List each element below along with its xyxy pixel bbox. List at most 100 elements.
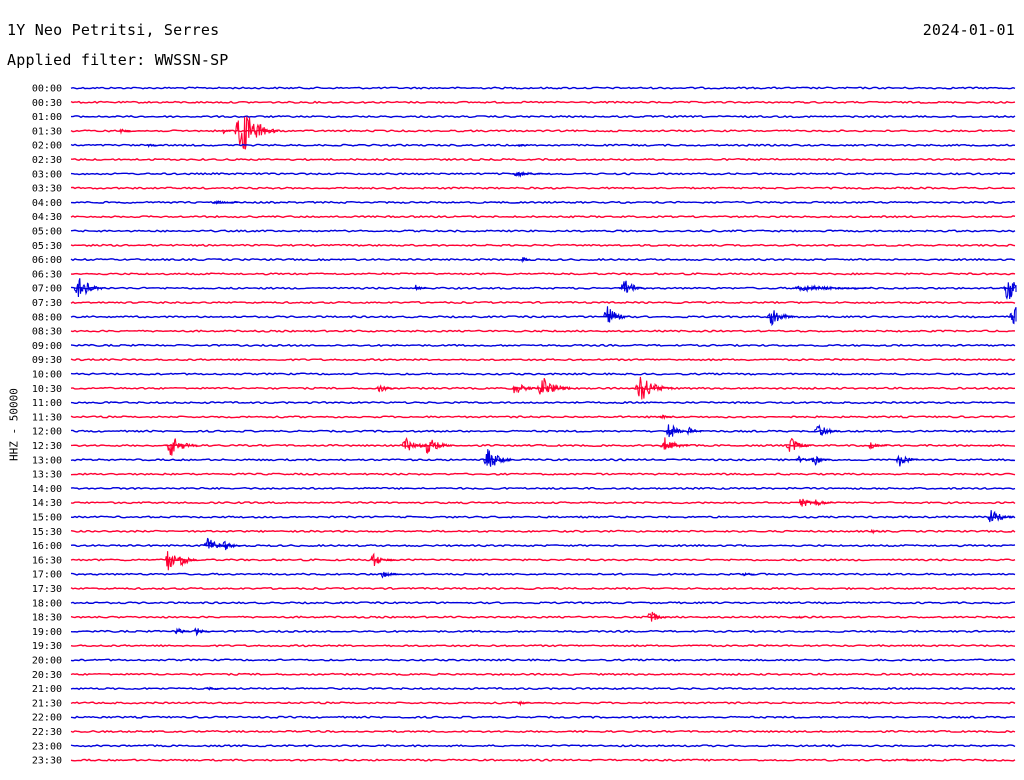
row-label-1530: 15:30 (32, 527, 62, 538)
event-1230-2 (423, 439, 453, 454)
row-label-0230: 02:30 (32, 155, 62, 166)
trace-row-1400 (70, 486, 1016, 491)
trace-row-1130 (70, 415, 1016, 419)
trace-row-1830 (70, 615, 1016, 619)
trace-row-1700 (70, 572, 1016, 576)
event-1300-2 (810, 455, 831, 466)
row-label-1330: 13:30 (32, 470, 62, 481)
event-0700-2 (618, 280, 645, 293)
trace-row-0700 (70, 286, 1016, 290)
row-label-1000: 10:00 (32, 370, 62, 381)
event-1630-1 (177, 556, 198, 567)
row-label-0900: 09:00 (32, 341, 62, 352)
event-1030-2 (536, 378, 572, 395)
row-label-2030: 20:30 (32, 670, 62, 681)
row-label-1600: 16:00 (32, 541, 62, 552)
trace-row-0000 (70, 86, 1016, 90)
row-label-1430: 14:30 (32, 498, 62, 509)
trace-row-1330 (70, 472, 1016, 476)
trace-row-0830 (70, 329, 1016, 333)
trace-row-0100 (70, 114, 1016, 119)
row-label-0400: 04:00 (32, 198, 62, 209)
trace-row-0230 (70, 157, 1016, 162)
trace-row-2030 (70, 672, 1016, 676)
trace-row-1800 (70, 601, 1016, 605)
event-1500-0 (987, 510, 1014, 523)
trace-row-1730 (70, 586, 1016, 591)
row-label-2100: 21:00 (32, 684, 62, 695)
trace-row-0730 (70, 300, 1016, 305)
trace-row-2000 (70, 658, 1016, 662)
event-1300-0 (483, 449, 513, 467)
trace-row-1100 (70, 401, 1016, 405)
row-label-0430: 04:30 (32, 212, 62, 223)
row-label-1400: 14:00 (32, 484, 62, 495)
row-label-1800: 18:00 (32, 598, 62, 609)
row-label-1930: 19:30 (32, 641, 62, 652)
trace-row-2300 (70, 744, 1016, 748)
event-1030-0 (376, 384, 396, 393)
row-label-1300: 13:00 (32, 455, 62, 466)
trace-row-1500 (70, 515, 1016, 519)
row-label-2000: 20:00 (32, 656, 62, 667)
row-label-0030: 00:30 (32, 98, 62, 109)
trace-row-2330 (70, 758, 1016, 762)
trace-row-0600 (70, 257, 1016, 262)
row-label-1100: 11:00 (32, 398, 62, 409)
trace-row-0500 (70, 229, 1016, 233)
event-1230-3 (659, 437, 689, 450)
event-1630-2 (370, 552, 396, 567)
row-label-0000: 00:00 (32, 84, 62, 95)
event-1900-0 (174, 627, 191, 635)
trace-row-0200 (70, 143, 1016, 147)
row-label-0130: 01:30 (32, 126, 62, 137)
event-1700-0 (379, 571, 402, 579)
trace-row-2130 (70, 701, 1016, 705)
helicorder-plot: 00:00 00:30 01:00 01:30 02:00 02:30 03:00 03:30… (32, 84, 1017, 767)
row-label-1830: 18:30 (32, 613, 62, 624)
row-label-0300: 03:00 (32, 169, 62, 180)
row-label-1630: 16:30 (32, 555, 62, 566)
trace-row-0130 (70, 129, 1016, 133)
row-label-0600: 06:00 (32, 255, 62, 266)
trace-row-0330 (70, 186, 1016, 190)
row-label-1230: 12:30 (32, 441, 62, 452)
trace-row-1630 (70, 558, 1016, 562)
event-0700-4 (1002, 281, 1017, 300)
row-label-0630: 06:30 (32, 269, 62, 280)
trace-row-1200 (70, 429, 1016, 433)
trace-row-1930 (70, 644, 1016, 648)
row-label-2300: 23:00 (32, 741, 62, 752)
event-1300-3 (895, 454, 919, 467)
row-label-1500: 15:00 (32, 513, 62, 524)
row-label-1730: 17:30 (32, 584, 62, 595)
event-0800-0 (602, 306, 629, 323)
event-0700-0 (73, 278, 106, 298)
row-label-2230: 22:30 (32, 727, 62, 738)
trace-row-0030 (70, 100, 1016, 104)
event-1230-4 (785, 437, 812, 452)
event-1230-0 (165, 438, 198, 456)
row-label-0100: 01:00 (32, 112, 62, 123)
trace-row-0630 (70, 272, 1016, 276)
row-label-0930: 09:30 (32, 355, 62, 366)
event-1030-1 (511, 383, 538, 394)
row-label-0700: 07:00 (32, 284, 62, 295)
row-label-1130: 11:30 (32, 412, 62, 423)
row-label-0730: 07:30 (32, 298, 62, 309)
trace-row-1300 (70, 458, 1016, 462)
row-label-0330: 03:30 (32, 184, 62, 195)
row-label-1700: 17:00 (32, 570, 62, 581)
trace-row-0930 (70, 358, 1016, 362)
event-1230-5 (867, 442, 888, 450)
event-1200-0 (665, 424, 686, 438)
row-label-1030: 10:30 (32, 384, 62, 395)
row-label-0830: 08:30 (32, 327, 62, 338)
row-label-0200: 02:00 (32, 141, 62, 152)
trace-row-0430 (70, 215, 1016, 219)
trace-row-0530 (70, 243, 1016, 247)
event-0600-0 (520, 257, 531, 264)
row-label-1900: 19:00 (32, 627, 62, 638)
row-label-2130: 21:30 (32, 698, 62, 709)
trace-row-2200 (70, 715, 1016, 719)
